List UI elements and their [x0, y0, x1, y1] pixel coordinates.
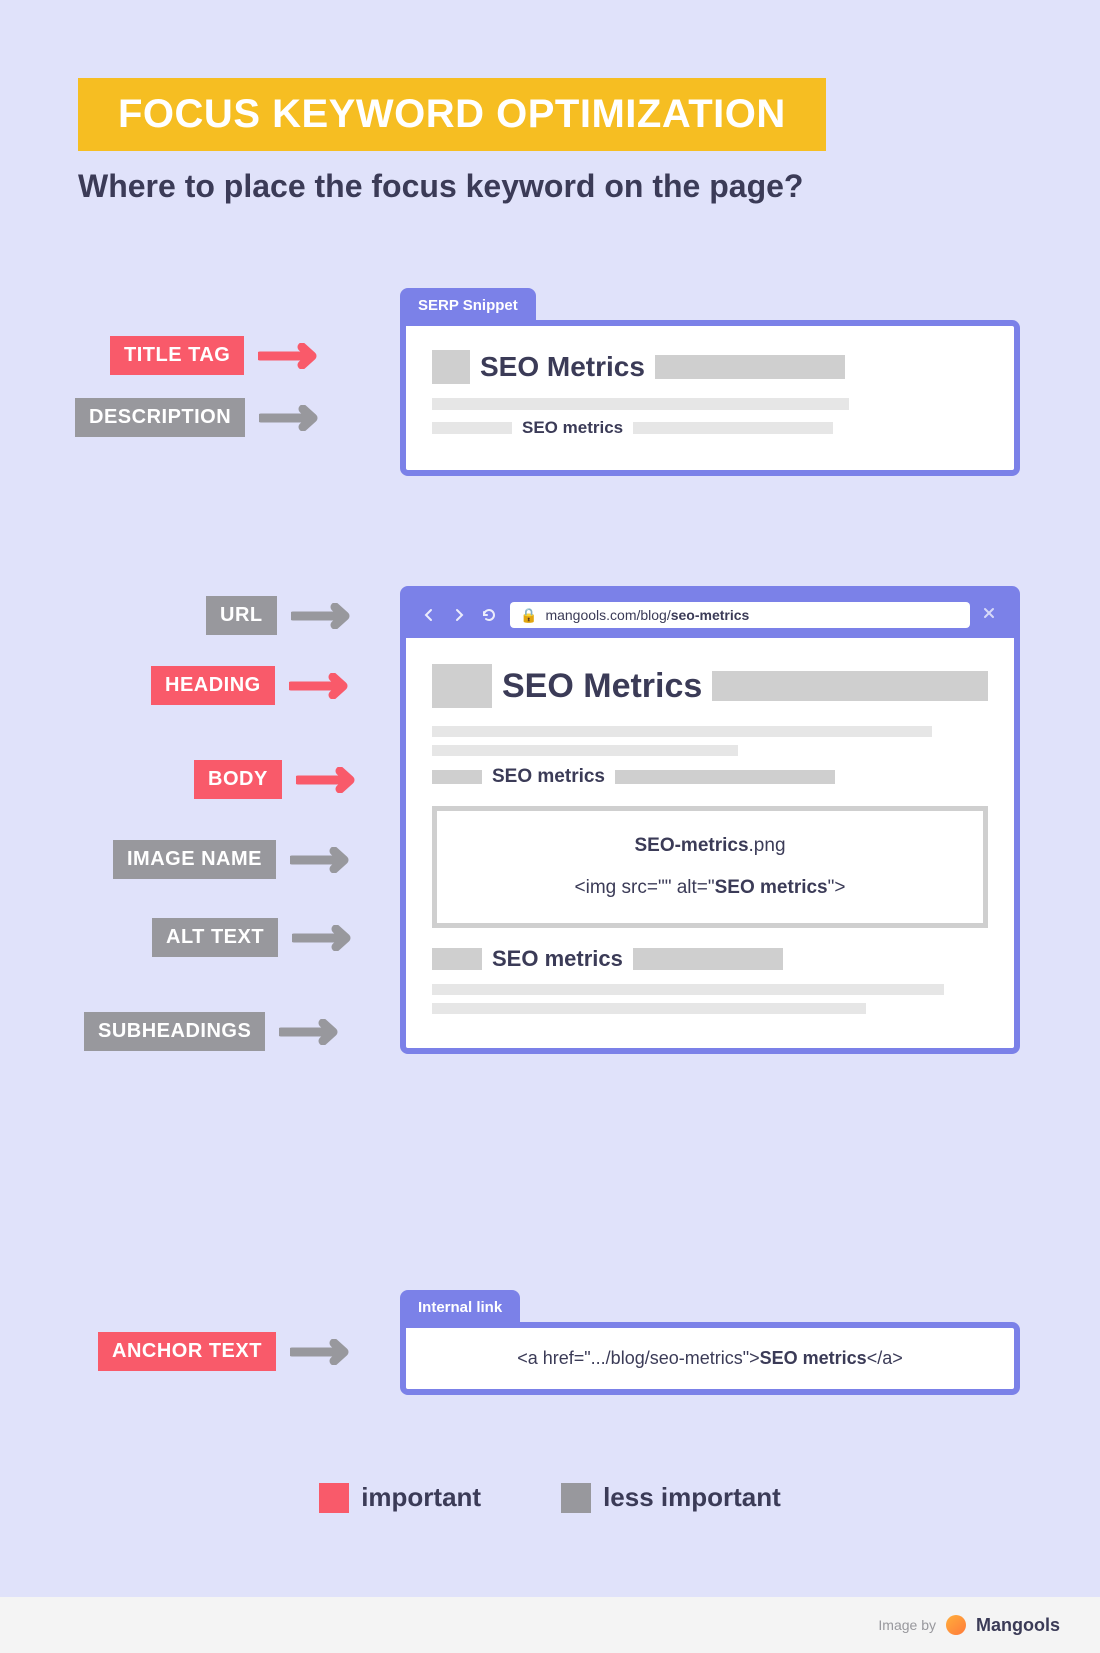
- lock-icon: 🔒: [520, 607, 537, 624]
- placeholder-block: [432, 664, 492, 708]
- legend-label-less: less important: [603, 1482, 781, 1513]
- label-subheadings: SUBHEADINGS: [84, 1012, 265, 1051]
- serp-desc-keyword: SEO metrics: [522, 418, 623, 438]
- placeholder-line: [432, 726, 932, 737]
- mangools-logo-icon: [946, 1615, 966, 1635]
- placeholder-block: [655, 355, 845, 379]
- label-alt-text-row: ALT TEXT: [152, 918, 362, 957]
- arrow-icon: [290, 847, 360, 873]
- label-image-name-row: IMAGE NAME: [113, 840, 360, 879]
- arrow-icon: [292, 925, 362, 951]
- url-slug: seo-metrics: [671, 607, 750, 623]
- arrow-icon: [258, 343, 328, 369]
- browser-panel: 🔒 mangools.com/blog/seo-metrics SEO Metr…: [400, 586, 1020, 1054]
- image-alt-code: <img src="" alt="SEO metrics">: [461, 877, 959, 899]
- label-anchor-text: ANCHOR TEXT: [98, 1332, 276, 1371]
- label-alt-text: ALT TEXT: [152, 918, 278, 957]
- placeholder-block: [712, 671, 988, 701]
- brand-name: Mangools: [976, 1615, 1060, 1636]
- label-anchor-text-row: ANCHOR TEXT: [98, 1332, 360, 1371]
- label-description-row: DESCRIPTION: [75, 398, 329, 437]
- forward-icon: [450, 606, 468, 624]
- close-icon: [982, 606, 1000, 624]
- label-heading-row: HEADING: [151, 666, 359, 705]
- arrow-icon: [291, 603, 361, 629]
- legend-label-important: important: [361, 1482, 481, 1513]
- arrow-icon: [290, 1339, 360, 1365]
- subtitle: Where to place the focus keyword on the …: [78, 168, 803, 205]
- legend-swatch-less: [561, 1483, 591, 1513]
- placeholder-block: [432, 422, 512, 434]
- placeholder-block: [432, 948, 482, 970]
- arrow-icon: [279, 1019, 349, 1045]
- address-bar: 🔒 mangools.com/blog/seo-metrics: [510, 602, 970, 628]
- image-by-text: Image by: [878, 1617, 936, 1633]
- serp-title: SEO Metrics: [480, 351, 645, 383]
- placeholder-line: [432, 984, 944, 995]
- internal-link-tab: Internal link: [400, 1290, 520, 1325]
- placeholder-line: [432, 1003, 866, 1014]
- main-title: FOCUS KEYWORD OPTIMIZATION: [78, 78, 826, 151]
- image-filename: SEO-metrics.png: [461, 835, 959, 857]
- label-body-row: BODY: [194, 760, 366, 799]
- browser-toolbar: 🔒 mangools.com/blog/seo-metrics: [406, 592, 1014, 638]
- anchor-code-pre: <a href=".../blog/seo-metrics">: [517, 1348, 759, 1368]
- label-body: BODY: [194, 760, 282, 799]
- label-subheadings-row: SUBHEADINGS: [84, 1012, 349, 1051]
- image-box: SEO-metrics.png <img src="" alt="SEO met…: [432, 806, 988, 928]
- body-keyword: SEO metrics: [492, 766, 605, 788]
- reload-icon: [480, 606, 498, 624]
- label-url: URL: [206, 596, 277, 635]
- serp-panel: SEO Metrics SEO metrics: [400, 320, 1020, 476]
- legend: important less important: [0, 1482, 1100, 1513]
- footer: Image by Mangools: [0, 1597, 1100, 1653]
- label-title-tag: TITLE TAG: [110, 336, 244, 375]
- anchor-keyword: SEO metrics: [760, 1348, 867, 1368]
- arrow-icon: [289, 673, 359, 699]
- placeholder-block: [633, 948, 783, 970]
- arrow-icon: [259, 405, 329, 431]
- placeholder-block: [432, 770, 482, 784]
- label-image-name: IMAGE NAME: [113, 840, 276, 879]
- placeholder-line: [432, 745, 738, 756]
- placeholder-block: [615, 770, 835, 784]
- arrow-icon: [296, 767, 366, 793]
- label-url-row: URL: [206, 596, 361, 635]
- placeholder-line: [432, 398, 849, 410]
- label-description: DESCRIPTION: [75, 398, 245, 437]
- infographic-canvas: FOCUS KEYWORD OPTIMIZATION Where to plac…: [0, 0, 1100, 1653]
- back-icon: [420, 606, 438, 624]
- label-title-tag-row: TITLE TAG: [110, 336, 328, 375]
- page-heading: SEO Metrics: [502, 667, 702, 706]
- subheading-keyword: SEO metrics: [492, 946, 623, 972]
- label-heading: HEADING: [151, 666, 275, 705]
- internal-link-panel: <a href=".../blog/seo-metrics">SEO metri…: [400, 1322, 1020, 1395]
- placeholder-block: [633, 422, 833, 434]
- placeholder-block: [432, 350, 470, 384]
- legend-swatch-important: [319, 1483, 349, 1513]
- serp-tab: SERP Snippet: [400, 288, 536, 323]
- anchor-code-post: </a>: [867, 1348, 903, 1368]
- url-prefix: mangools.com/blog/: [545, 607, 670, 623]
